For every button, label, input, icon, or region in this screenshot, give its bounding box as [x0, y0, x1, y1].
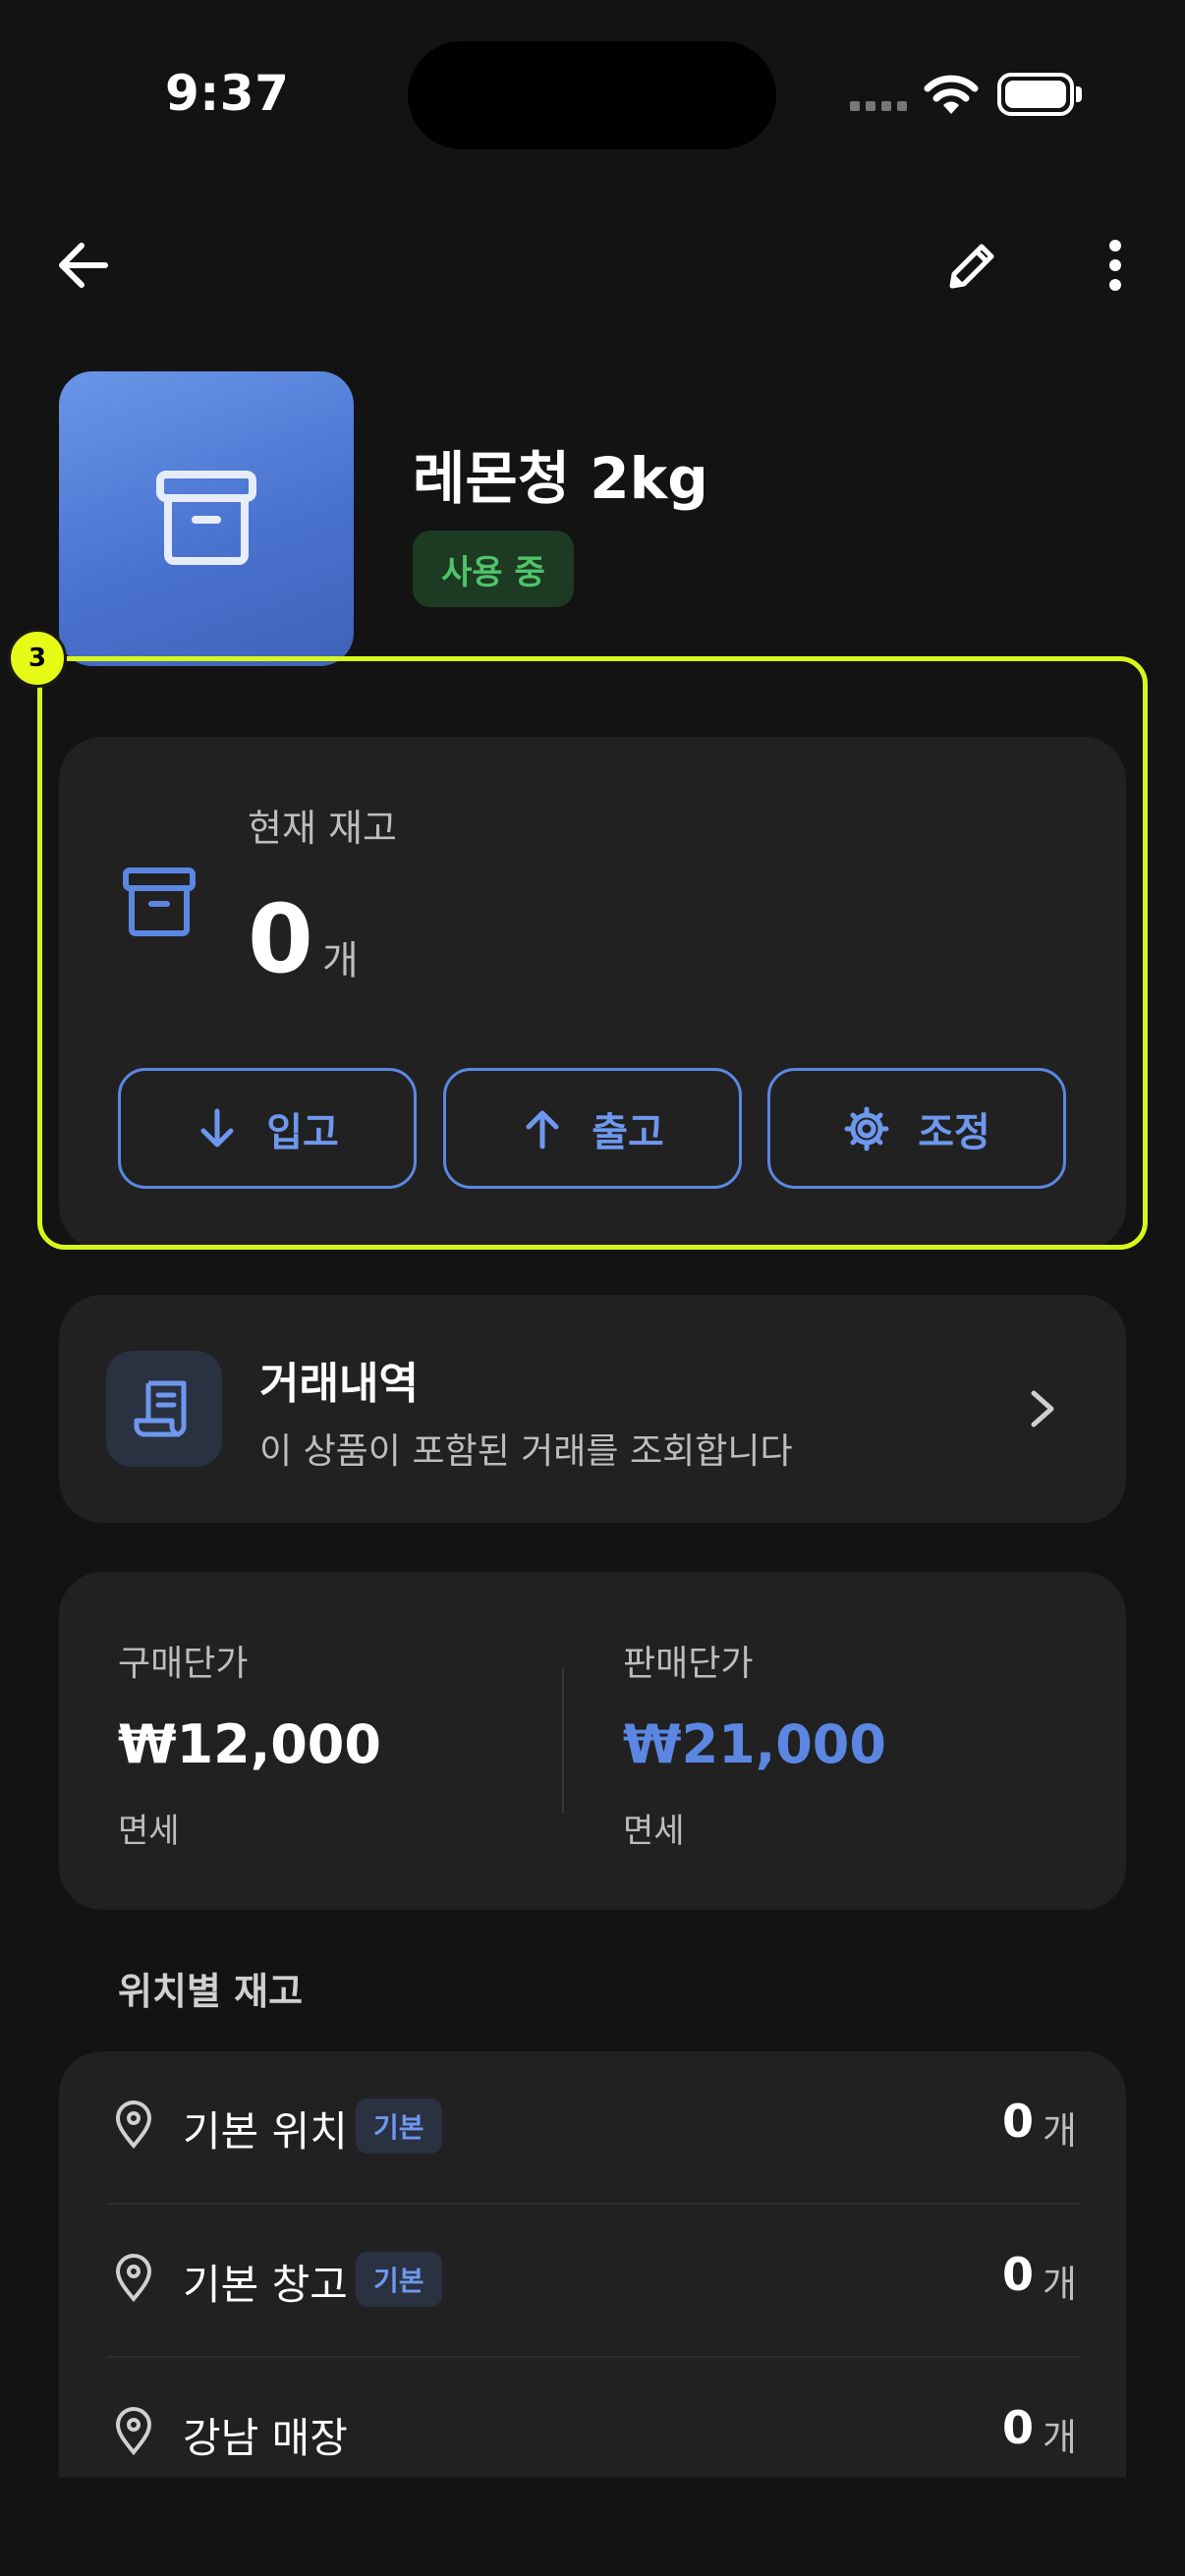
- product-name: 레몬청 2kg: [413, 445, 708, 512]
- purchase-price-value: ₩12,000: [118, 1713, 381, 1775]
- location-qty-unit: 개: [1043, 2263, 1077, 2306]
- status-badge: 사용 중: [413, 531, 574, 607]
- back-button[interactable]: [49, 231, 118, 300]
- transactions-subtitle: 이 상품이 포함된 거래를 조회합니다: [259, 1431, 793, 1472]
- receipt-icon: [134, 1380, 187, 1437]
- cellular-signal-icon: [850, 101, 907, 111]
- location-name: 강남 매장: [183, 2414, 348, 2462]
- sale-price-value: ₩21,000: [623, 1713, 886, 1775]
- default-tag: 기본: [356, 2099, 442, 2154]
- battery-icon: [997, 73, 1074, 116]
- location-name: 기본 창고: [183, 2261, 348, 2309]
- location-qty-unit: 개: [1043, 2416, 1077, 2459]
- chevron-right-icon: [1031, 1390, 1054, 1428]
- location-qty: 0: [1001, 2095, 1034, 2148]
- transactions-title: 거래내역: [259, 1359, 419, 1409]
- location-row[interactable]: 기본 위치 기본 0 개: [59, 2051, 1126, 2205]
- highlight-box: [37, 656, 1148, 1250]
- dynamic-island: [408, 41, 776, 149]
- edit-button[interactable]: [938, 231, 1007, 300]
- status-time: 9:37: [165, 65, 290, 122]
- more-vertical-icon: [1109, 240, 1121, 291]
- purchase-price-label: 구매단가: [118, 1644, 249, 1684]
- highlight-marker: 3: [8, 629, 67, 688]
- purchase-price-note: 면세: [118, 1812, 180, 1851]
- location-pin-icon: [115, 2100, 152, 2150]
- location-pin-icon: [115, 2407, 152, 2456]
- default-tag: 기본: [356, 2252, 442, 2307]
- location-qty: 0: [1001, 2401, 1034, 2454]
- sale-price-label: 판매단가: [623, 1644, 754, 1684]
- pencil-icon: [949, 244, 994, 289]
- wifi-icon: [924, 75, 979, 114]
- location-stock-list: 기본 위치 기본 0 개 기본 창고 기본 0 개 강남 매장 0 개: [59, 2051, 1126, 2478]
- location-qty: 0: [1001, 2248, 1034, 2301]
- location-row[interactable]: 기본 창고 기본 0 개: [59, 2205, 1126, 2358]
- archive-box-icon: [156, 471, 256, 565]
- price-divider: [562, 1668, 564, 1814]
- transactions-icon-tile: [106, 1351, 222, 1467]
- sale-price-note: 면세: [623, 1812, 685, 1851]
- location-qty-unit: 개: [1043, 2109, 1077, 2153]
- location-name: 기본 위치: [183, 2107, 348, 2156]
- more-button[interactable]: [1081, 231, 1150, 300]
- location-stock-title: 위치별 재고: [118, 1970, 304, 2013]
- arrow-left-icon: [59, 243, 108, 288]
- location-pin-icon: [115, 2254, 152, 2303]
- product-thumbnail: [59, 371, 354, 666]
- location-row[interactable]: 강남 매장 0 개: [59, 2358, 1126, 2478]
